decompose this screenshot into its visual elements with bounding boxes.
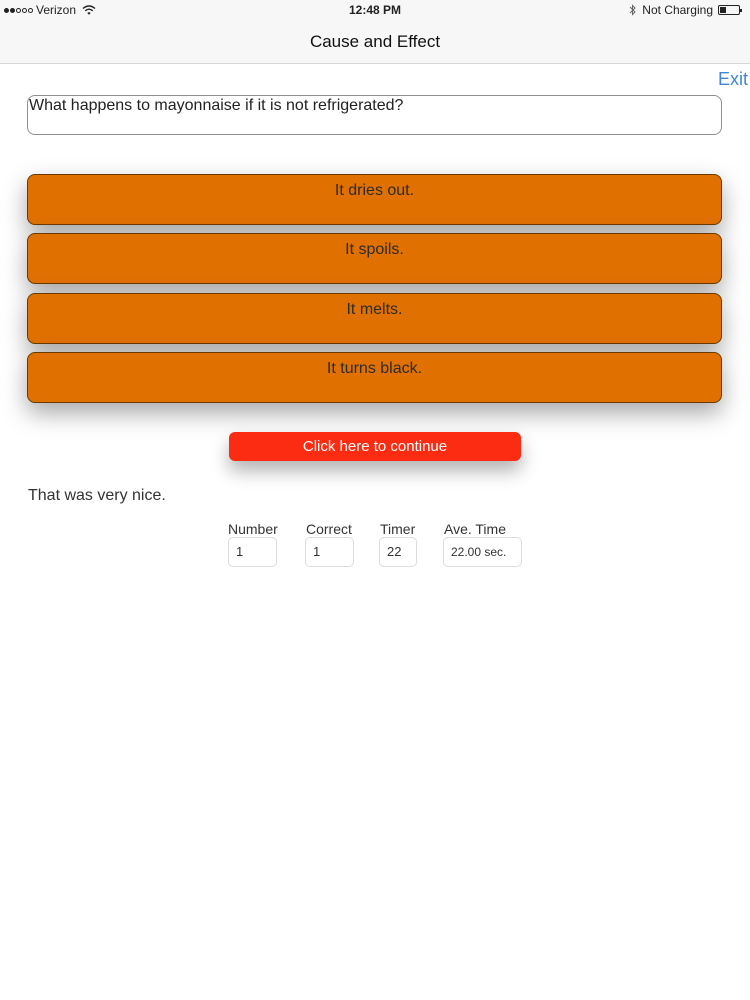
- ave-time-label: Ave. Time: [444, 521, 506, 537]
- status-bar: Verizon 12:48 PM Not Charging: [0, 0, 750, 20]
- ave-time-field: 22.00 sec.: [443, 537, 522, 567]
- exit-button[interactable]: Exit: [718, 69, 748, 90]
- correct-label: Correct: [306, 521, 352, 537]
- timer-field: 22: [379, 537, 417, 567]
- continue-button[interactable]: Click here to continue: [229, 432, 521, 461]
- question-field: What happens to mayonnaise if it is not …: [27, 95, 722, 135]
- battery-icon: [718, 5, 742, 15]
- feedback-message: That was very nice.: [28, 487, 166, 504]
- timer-label: Timer: [380, 521, 416, 537]
- number-label: Number: [228, 521, 278, 537]
- number-field: 1: [228, 537, 277, 567]
- answer-option-1[interactable]: It dries out.: [27, 174, 722, 225]
- charging-label: Not Charging: [642, 3, 713, 17]
- bluetooth-icon: [629, 4, 636, 16]
- answer-option-4[interactable]: It turns black.: [27, 352, 722, 403]
- answer-option-2[interactable]: It spoils.: [27, 233, 722, 284]
- status-right: Not Charging: [629, 3, 742, 17]
- page-title: Cause and Effect: [309, 32, 441, 51]
- navigation-bar: Cause and Effect: [0, 20, 750, 64]
- correct-field: 1: [305, 537, 354, 567]
- answer-option-3[interactable]: It melts.: [27, 293, 722, 344]
